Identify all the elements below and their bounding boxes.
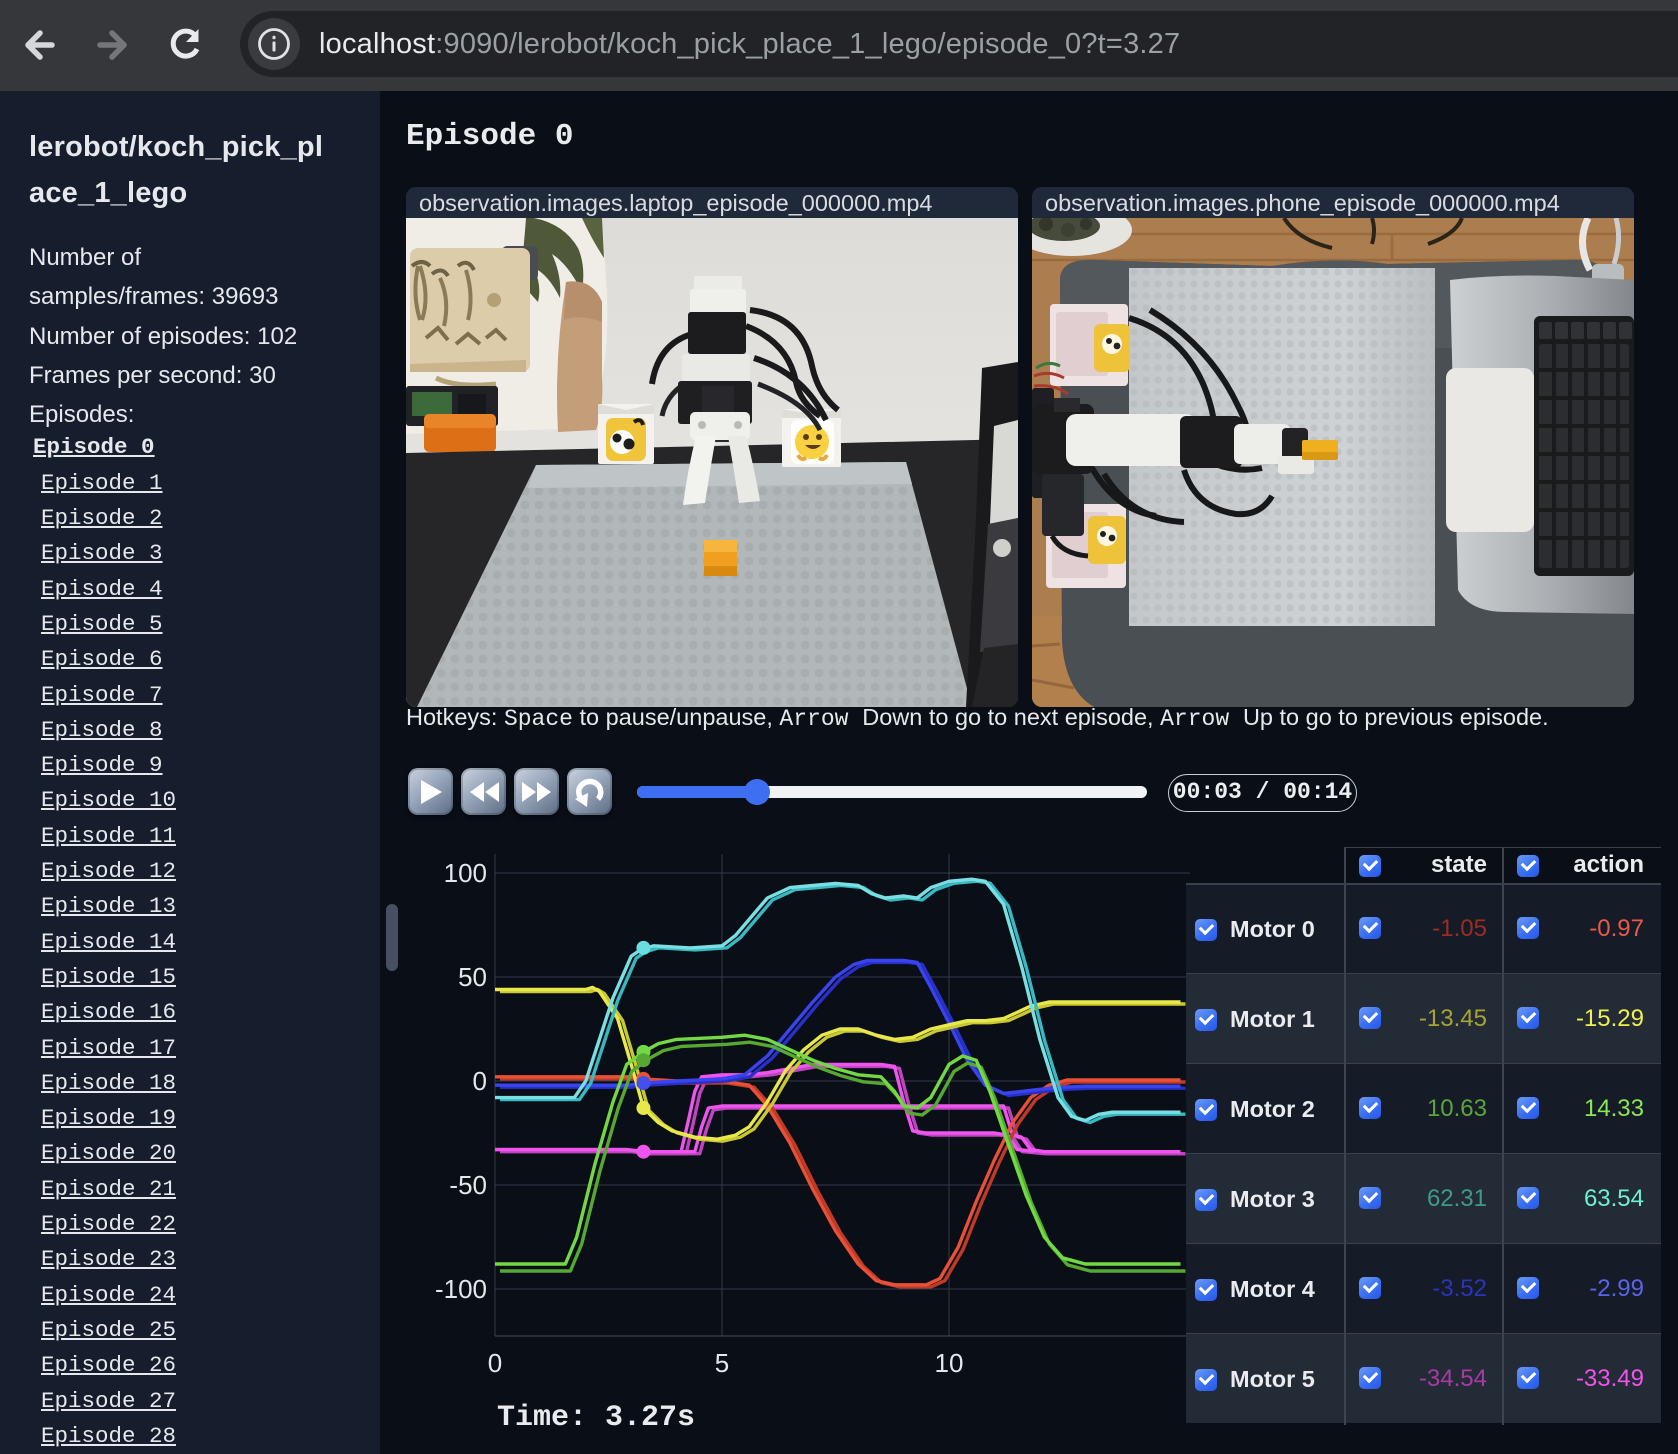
svg-text:0: 0 bbox=[488, 1348, 502, 1378]
svg-text:Time: 3.27s: Time: 3.27s bbox=[497, 1401, 695, 1435]
svg-text:50: 50 bbox=[458, 962, 487, 992]
svg-text:10: 10 bbox=[935, 1348, 964, 1378]
svg-text:0: 0 bbox=[473, 1066, 487, 1096]
svg-text:100: 100 bbox=[444, 858, 487, 888]
svg-text:5: 5 bbox=[715, 1348, 729, 1378]
svg-text:-100: -100 bbox=[435, 1274, 487, 1304]
svg-text:-50: -50 bbox=[449, 1170, 487, 1200]
